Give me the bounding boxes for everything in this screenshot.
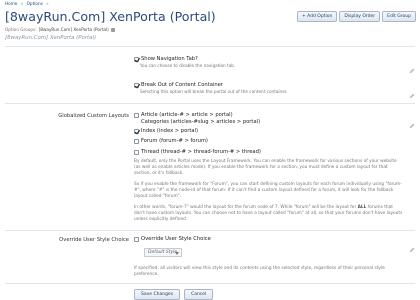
add-option-button[interactable]: + Add Option xyxy=(296,11,338,22)
cancel-button[interactable]: Cancel xyxy=(184,289,214,300)
layout-index-label: Index (index > portal) xyxy=(141,128,199,134)
option-group-selector[interactable]: [8wayRun.Com] XenPorta (Portal) xyxy=(39,27,109,32)
layout-forum-option[interactable]: Forum (forum-# > forum) xyxy=(134,138,208,144)
layout-index-checkbox[interactable] xyxy=(134,128,139,134)
style-select-value: Default Style xyxy=(148,250,178,255)
edit-pencil-icon[interactable] xyxy=(409,114,415,129)
save-changes-button[interactable]: Save Changes xyxy=(134,289,181,300)
layout-forum-checkbox[interactable] xyxy=(134,138,139,144)
show-nav-tab-option[interactable]: Show Navigation Tab? xyxy=(134,56,198,62)
layout-article-option[interactable]: Article (article-# > article > portal) xyxy=(134,112,233,118)
layouts-description-3-pre: In other words, "forum-7" would the layo… xyxy=(134,205,357,210)
break-out-label: Break Out of Content Container xyxy=(141,82,223,88)
override-style-label: Override User Style Choice xyxy=(141,236,211,242)
show-nav-tab-label: Show Navigation Tab? xyxy=(141,56,198,62)
override-style-checkbox[interactable] xyxy=(134,236,139,242)
edit-group-button[interactable]: Edit Group xyxy=(382,11,416,22)
layouts-description-3-all: ALL xyxy=(357,205,367,210)
layout-article-label: Article (article-# > article > portal) xyxy=(141,112,233,118)
layout-article-checkbox[interactable] xyxy=(134,112,139,118)
layout-categories-label: Categories (articles-#slug > articles > … xyxy=(141,119,261,125)
layout-thread-option[interactable]: Thread (thread-# > thread-forum-# > thre… xyxy=(134,149,261,155)
layout-index-option[interactable]: Index (index > portal) xyxy=(134,128,198,134)
option-group-title: [8wayRun.Com] XenPorta (Portal) xyxy=(5,35,97,41)
layout-categories-option: Categories (articles-#slug > articles > … xyxy=(141,119,260,125)
breadcrumb-options[interactable]: Options xyxy=(27,1,43,6)
show-nav-tab-checkbox[interactable] xyxy=(134,56,139,62)
layout-thread-checkbox[interactable] xyxy=(134,149,139,155)
layouts-description-3: In other words, "forum-7" would the layo… xyxy=(134,205,404,222)
layout-thread-label: Thread (thread-# > thread-forum-# > thre… xyxy=(141,149,261,155)
divider xyxy=(5,46,415,47)
breadcrumb-separator: » xyxy=(46,1,49,6)
show-nav-tab-description: You can choose to disable the navigation… xyxy=(140,63,236,68)
layouts-section-label: Globalized Custom Layouts xyxy=(58,113,129,119)
edit-pencil-icon[interactable] xyxy=(409,84,415,99)
override-style-description: If specified, all visitors will view thi… xyxy=(134,266,385,277)
display-order-button[interactable]: Display Order xyxy=(339,11,381,22)
edit-pencil-icon[interactable] xyxy=(409,59,415,74)
override-style-option[interactable]: Override User Style Choice xyxy=(134,236,211,242)
form-footer: Save Changes Cancel xyxy=(134,289,214,300)
option-groups-label: Option Groups: xyxy=(5,27,37,32)
breadcrumb-separator: » xyxy=(20,1,24,6)
divider xyxy=(5,103,415,104)
edit-pencil-icon[interactable] xyxy=(409,238,415,253)
dropdown-icon[interactable] xyxy=(110,27,115,32)
break-out-option[interactable]: Break Out of Content Container xyxy=(134,82,223,88)
style-select[interactable]: Default Style xyxy=(144,248,182,257)
break-out-description: Selecting this option will break the por… xyxy=(140,89,288,94)
override-style-section-label: Override User Style Choice xyxy=(59,237,129,243)
break-out-checkbox[interactable] xyxy=(134,82,139,88)
breadcrumb-home[interactable]: Home xyxy=(5,1,17,6)
layouts-description-2: So if you enable the framework for "Foru… xyxy=(134,182,402,199)
layouts-description-1: By default, only the Portal uses the Lay… xyxy=(134,159,397,176)
chevron-down-icon xyxy=(175,252,179,255)
page-title: [8wayRun.Com] XenPorta (Portal) xyxy=(5,9,216,24)
layout-forum-label: Forum (forum-# > forum) xyxy=(141,138,208,144)
divider xyxy=(5,283,415,284)
divider xyxy=(5,230,415,231)
breadcrumb: Home » Options » xyxy=(5,1,51,6)
top-actions: + Add Option Display Order Edit Group xyxy=(296,11,416,22)
option-groups-bar: Option Groups: [8wayRun.Com] XenPorta (P… xyxy=(5,27,115,32)
